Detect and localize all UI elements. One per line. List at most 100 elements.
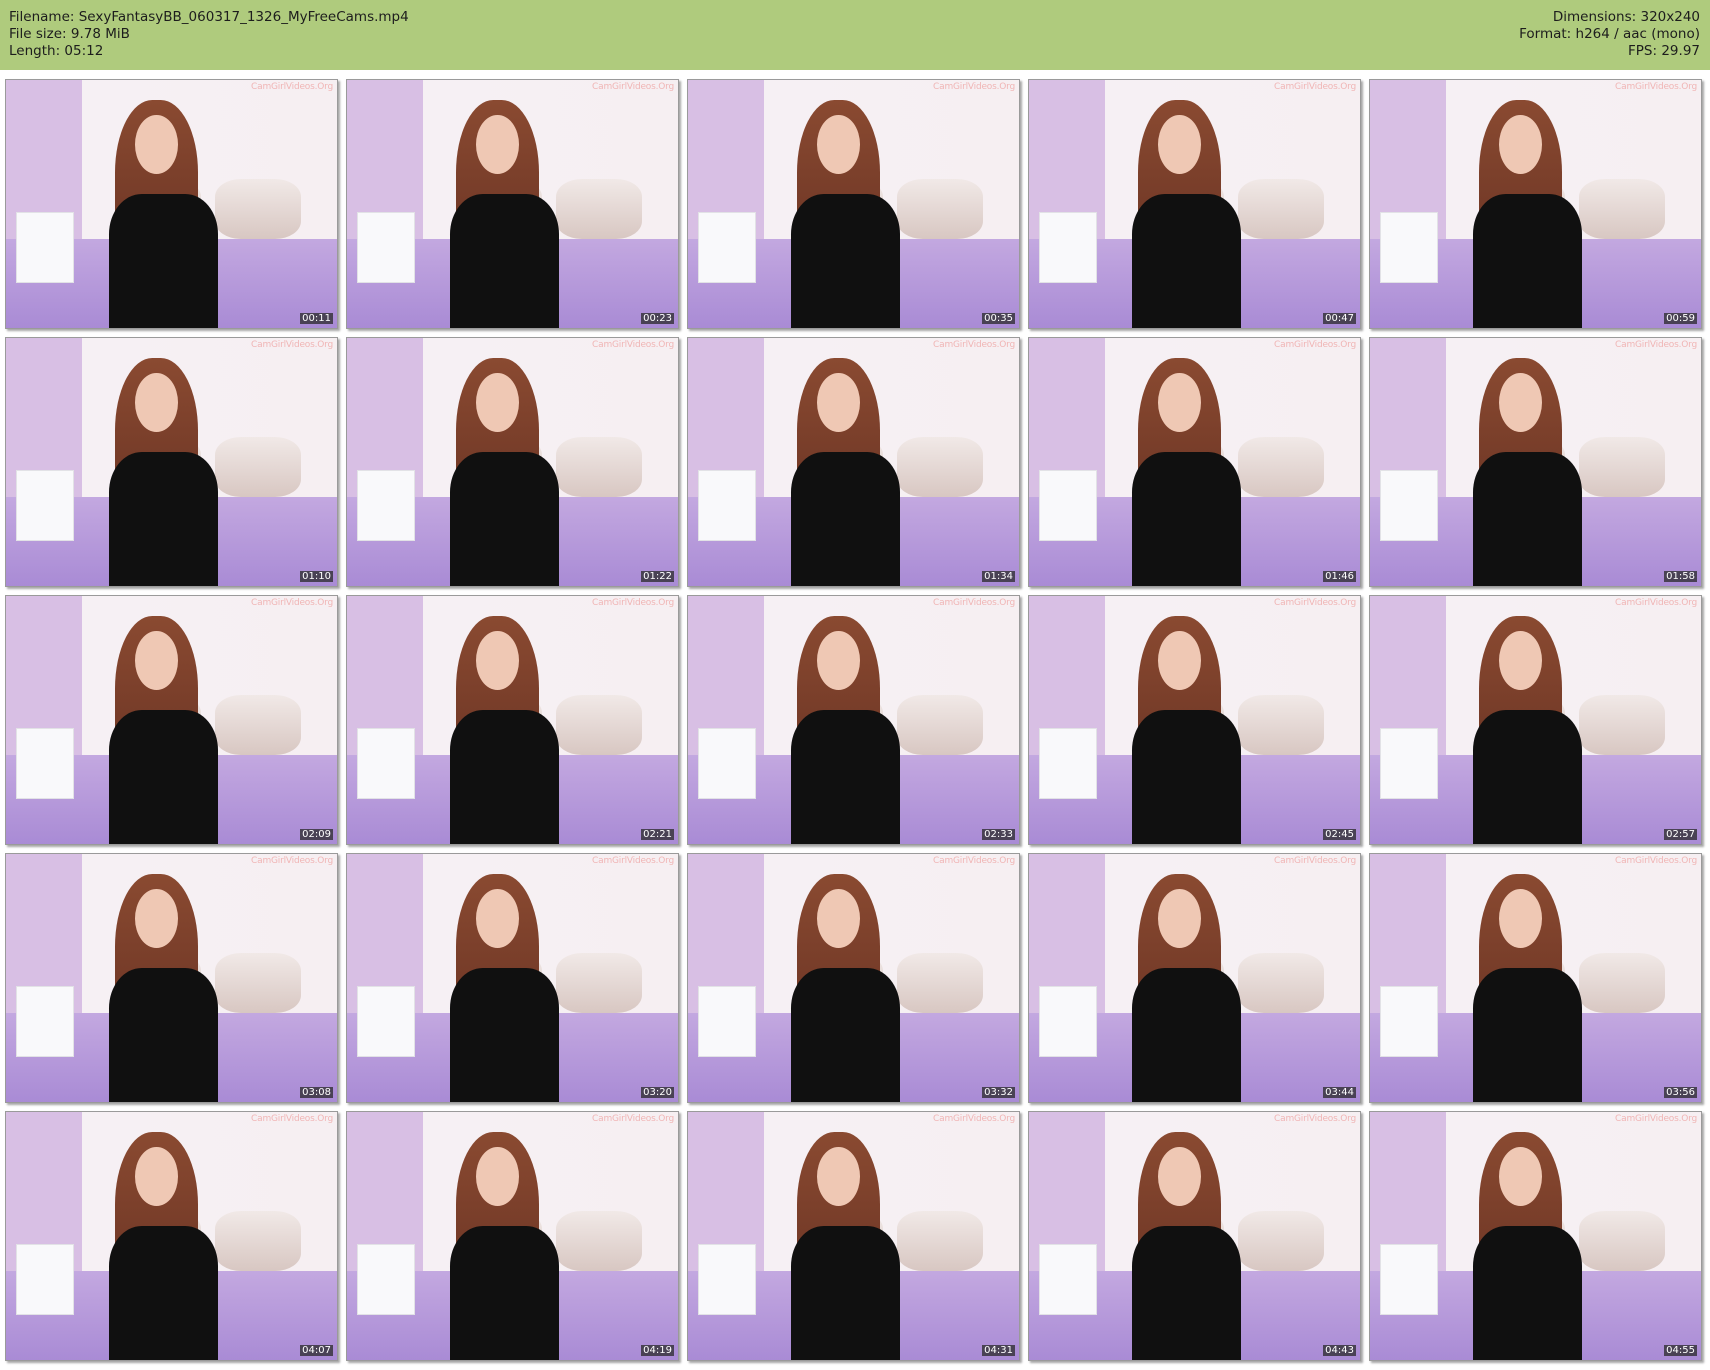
video-thumbnail[interactable]: CamGirlVideos.Org 04:19 (346, 1111, 679, 1361)
watermark-text: CamGirlVideos.Org (592, 856, 674, 866)
video-thumbnail[interactable]: CamGirlVideos.Org 00:35 (687, 79, 1020, 329)
thumbnail-timestamp: 01:22 (641, 571, 674, 582)
person-face (135, 888, 179, 949)
thumbnail-timestamp: 04:55 (1664, 1345, 1697, 1356)
person-face (476, 1146, 520, 1207)
video-thumbnail[interactable]: CamGirlVideos.Org 04:31 (687, 1111, 1020, 1361)
watermark-text: CamGirlVideos.Org (251, 856, 333, 866)
scene-nightstand (15, 469, 75, 542)
thumbnail-timestamp: 00:11 (300, 313, 333, 324)
person-dress (1131, 194, 1241, 328)
dimensions-text: Dimensions: 320x240 (1552, 9, 1700, 25)
video-thumbnail[interactable]: CamGirlVideos.Org 02:21 (346, 595, 679, 845)
watermark-text: CamGirlVideos.Org (592, 1114, 674, 1124)
video-thumbnail[interactable]: CamGirlVideos.Org 01:58 (1369, 337, 1702, 587)
scene-nightstand (1379, 211, 1439, 284)
video-thumbnail[interactable]: CamGirlVideos.Org 01:46 (1028, 337, 1361, 587)
person-face (1158, 630, 1202, 691)
video-thumbnail[interactable]: CamGirlVideos.Org 02:57 (1369, 595, 1702, 845)
thumbnail-timestamp: 03:56 (1664, 1087, 1697, 1098)
person-face (135, 372, 179, 433)
thumbnail-timestamp: 01:10 (300, 571, 333, 582)
watermark-text: CamGirlVideos.Org (1615, 598, 1697, 608)
video-thumbnail[interactable]: CamGirlVideos.Org 00:47 (1028, 79, 1361, 329)
scene-pillow (1578, 953, 1665, 1013)
scene-pillow (1237, 695, 1324, 755)
video-thumbnail[interactable]: CamGirlVideos.Org 00:11 (5, 79, 338, 329)
scene-pillow (1237, 437, 1324, 497)
scene-pillow (1578, 695, 1665, 755)
video-thumbnail[interactable]: CamGirlVideos.Org 03:32 (687, 853, 1020, 1103)
scene-nightstand (356, 469, 416, 542)
watermark-text: CamGirlVideos.Org (933, 82, 1015, 92)
thumbnail-timestamp: 02:45 (1323, 829, 1356, 840)
video-thumbnail[interactable]: CamGirlVideos.Org 03:20 (346, 853, 679, 1103)
person-face (1499, 114, 1543, 175)
scene-pillow (1237, 953, 1324, 1013)
video-thumbnail[interactable]: CamGirlVideos.Org 04:07 (5, 1111, 338, 1361)
watermark-text: CamGirlVideos.Org (592, 340, 674, 350)
scene-nightstand (1379, 1243, 1439, 1316)
scene-pillow (1237, 1211, 1324, 1271)
video-thumbnail[interactable]: CamGirlVideos.Org 04:43 (1028, 1111, 1361, 1361)
person-face (1158, 114, 1202, 175)
video-thumbnail[interactable]: CamGirlVideos.Org 02:09 (5, 595, 338, 845)
watermark-text: CamGirlVideos.Org (1274, 82, 1356, 92)
person-dress (1472, 1226, 1582, 1360)
meta-right: Dimensions: 320x240 Format: h264 / aac (… (1519, 9, 1700, 60)
scene-pillow (555, 437, 642, 497)
fps-text: FPS: 29.97 (1628, 43, 1700, 59)
thumbnail-timestamp: 02:09 (300, 829, 333, 840)
video-thumbnail[interactable]: CamGirlVideos.Org 03:08 (5, 853, 338, 1103)
scene-nightstand (697, 469, 757, 542)
person-face (817, 630, 861, 691)
video-thumbnail[interactable]: CamGirlVideos.Org 03:56 (1369, 853, 1702, 1103)
video-thumbnail[interactable]: CamGirlVideos.Org 04:55 (1369, 1111, 1702, 1361)
person-face (1499, 888, 1543, 949)
person-face (135, 1146, 179, 1207)
person-dress (108, 1226, 218, 1360)
person-face (817, 1146, 861, 1207)
video-thumbnail[interactable]: CamGirlVideos.Org 01:10 (5, 337, 338, 587)
thumbnail-timestamp: 04:19 (641, 1345, 674, 1356)
video-thumbnail[interactable]: CamGirlVideos.Org 02:33 (687, 595, 1020, 845)
file-size-text: File size: 9.78 MiB (9, 26, 130, 42)
video-thumbnail[interactable]: CamGirlVideos.Org 03:44 (1028, 853, 1361, 1103)
watermark-text: CamGirlVideos.Org (592, 82, 674, 92)
video-thumbnail[interactable]: CamGirlVideos.Org 00:23 (346, 79, 679, 329)
thumbnail-timestamp: 03:44 (1323, 1087, 1356, 1098)
scene-nightstand (356, 985, 416, 1058)
video-thumbnail[interactable]: CamGirlVideos.Org 01:34 (687, 337, 1020, 587)
person-dress (1472, 710, 1582, 844)
watermark-text: CamGirlVideos.Org (251, 1114, 333, 1124)
person-dress (790, 1226, 900, 1360)
watermark-text: CamGirlVideos.Org (1274, 598, 1356, 608)
watermark-text: CamGirlVideos.Org (1274, 856, 1356, 866)
person-dress (449, 452, 559, 586)
person-face (476, 114, 520, 175)
thumbnail-timestamp: 01:46 (1323, 571, 1356, 582)
thumbnail-timestamp: 02:21 (641, 829, 674, 840)
person-dress (1472, 968, 1582, 1102)
scene-nightstand (356, 1243, 416, 1316)
scene-pillow (896, 695, 983, 755)
video-thumbnail[interactable]: CamGirlVideos.Org 01:22 (346, 337, 679, 587)
watermark-text: CamGirlVideos.Org (251, 598, 333, 608)
video-thumbnail[interactable]: CamGirlVideos.Org 02:45 (1028, 595, 1361, 845)
person-face (476, 888, 520, 949)
person-face (135, 630, 179, 691)
watermark-text: CamGirlVideos.Org (1615, 82, 1697, 92)
video-thumbnail[interactable]: CamGirlVideos.Org 00:59 (1369, 79, 1702, 329)
thumbnail-timestamp: 00:59 (1664, 313, 1697, 324)
person-face (1158, 372, 1202, 433)
person-face (1499, 1146, 1543, 1207)
thumbnail-timestamp: 01:58 (1664, 571, 1697, 582)
scene-pillow (214, 1211, 301, 1271)
scene-pillow (1237, 179, 1324, 239)
scene-nightstand (15, 1243, 75, 1316)
watermark-text: CamGirlVideos.Org (251, 340, 333, 350)
person-dress (108, 968, 218, 1102)
person-face (476, 630, 520, 691)
info-header: Filename: SexyFantasyBB_060317_1326_MyFr… (0, 0, 1710, 70)
scene-pillow (896, 437, 983, 497)
